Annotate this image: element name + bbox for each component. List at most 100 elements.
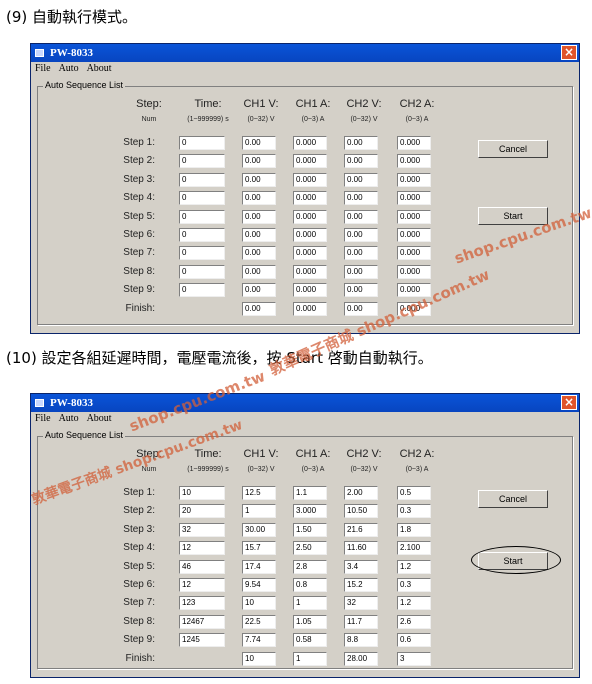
- menu-about[interactable]: About: [87, 63, 112, 74]
- value-field[interactable]: 0: [179, 172, 225, 187]
- value-field[interactable]: 0.000: [397, 191, 431, 206]
- value-field[interactable]: 0.5: [397, 486, 431, 500]
- value-field[interactable]: 0.000: [397, 136, 431, 150]
- cancel-button[interactable]: Cancel: [478, 140, 548, 158]
- value-field[interactable]: 0.00: [344, 264, 378, 279]
- value-field[interactable]: 22.5: [242, 614, 276, 629]
- value-field[interactable]: 10: [242, 651, 276, 666]
- value-field[interactable]: 0.000: [397, 209, 431, 224]
- value-field[interactable]: 1.1: [293, 486, 327, 500]
- value-field[interactable]: 0.000: [293, 209, 327, 224]
- value-field[interactable]: 10: [242, 596, 276, 611]
- value-field[interactable]: 0.8: [293, 578, 327, 592]
- value-field[interactable]: 1: [293, 596, 327, 611]
- value-field[interactable]: 0.00: [344, 228, 378, 242]
- close-button[interactable]: ×: [561, 395, 577, 410]
- value-field[interactable]: 0.00: [242, 209, 276, 224]
- value-field[interactable]: 10: [179, 486, 225, 500]
- value-field[interactable]: 0.00: [242, 136, 276, 150]
- value-field[interactable]: 1.8: [397, 522, 431, 537]
- value-field[interactable]: 1: [242, 504, 276, 519]
- value-field[interactable]: 0.000: [293, 283, 327, 298]
- value-field[interactable]: 9.54: [242, 578, 276, 592]
- value-field[interactable]: 3: [397, 651, 431, 666]
- value-field[interactable]: 15.7: [242, 541, 276, 556]
- value-field[interactable]: 1245: [179, 633, 225, 648]
- value-field[interactable]: 3.4: [344, 559, 378, 574]
- value-field[interactable]: 1.2: [397, 596, 431, 611]
- value-field[interactable]: 0.00: [242, 191, 276, 206]
- value-field[interactable]: 11.60: [344, 541, 378, 556]
- value-field[interactable]: 0: [179, 154, 225, 169]
- menu-auto[interactable]: Auto: [59, 413, 79, 424]
- value-field[interactable]: 0: [179, 228, 225, 242]
- value-field[interactable]: 12: [179, 578, 225, 592]
- value-field[interactable]: 0: [179, 209, 225, 224]
- cancel-button[interactable]: Cancel: [478, 490, 548, 508]
- value-field[interactable]: 0.00: [242, 246, 276, 261]
- value-field[interactable]: 0: [179, 136, 225, 150]
- value-field[interactable]: 12.5: [242, 486, 276, 500]
- value-field[interactable]: 0: [179, 283, 225, 298]
- value-field[interactable]: 2.50: [293, 541, 327, 556]
- value-field[interactable]: 0: [179, 264, 225, 279]
- value-field[interactable]: 17.4: [242, 559, 276, 574]
- value-field[interactable]: 1: [293, 651, 327, 666]
- value-field[interactable]: 15.2: [344, 578, 378, 592]
- value-field[interactable]: 0.000: [293, 301, 327, 316]
- value-field[interactable]: 0.00: [344, 136, 378, 150]
- value-field[interactable]: 2.100: [397, 541, 431, 556]
- value-field[interactable]: 0.00: [344, 246, 378, 261]
- value-field[interactable]: 0.00: [344, 209, 378, 224]
- value-field[interactable]: 1.50: [293, 522, 327, 537]
- value-field[interactable]: 0.00: [242, 301, 276, 316]
- value-field[interactable]: 0.00: [242, 154, 276, 169]
- value-field[interactable]: 2.6: [397, 614, 431, 629]
- menu-file[interactable]: File: [35, 413, 51, 424]
- value-field[interactable]: 0.000: [293, 136, 327, 150]
- value-field[interactable]: 0: [179, 246, 225, 261]
- value-field[interactable]: 30.00: [242, 522, 276, 537]
- value-field[interactable]: 0.3: [397, 504, 431, 519]
- close-button[interactable]: ×: [561, 45, 577, 60]
- value-field[interactable]: 2.8: [293, 559, 327, 574]
- value-field[interactable]: 0.000: [293, 246, 327, 261]
- value-field[interactable]: 0.000: [397, 154, 431, 169]
- value-field[interactable]: 1.2: [397, 559, 431, 574]
- value-field[interactable]: 20: [179, 504, 225, 519]
- value-field[interactable]: 32: [344, 596, 378, 611]
- value-field[interactable]: 46: [179, 559, 225, 574]
- title-bar[interactable]: PW-8033 ×: [31, 44, 579, 62]
- value-field[interactable]: 12467: [179, 614, 225, 629]
- value-field[interactable]: 123: [179, 596, 225, 611]
- value-field[interactable]: 8.8: [344, 633, 378, 648]
- value-field[interactable]: 0.000: [397, 246, 431, 261]
- value-field[interactable]: 0.00: [242, 264, 276, 279]
- value-field[interactable]: 3.000: [293, 504, 327, 519]
- value-field[interactable]: 0.00: [242, 228, 276, 242]
- value-field[interactable]: 0.000: [293, 264, 327, 279]
- value-field[interactable]: 10.50: [344, 504, 378, 519]
- value-field[interactable]: 0.00: [344, 191, 378, 206]
- title-bar[interactable]: PW-8033 ×: [31, 394, 579, 412]
- value-field[interactable]: 0.00: [344, 172, 378, 187]
- value-field[interactable]: 0.000: [293, 228, 327, 242]
- value-field[interactable]: 28.00: [344, 651, 378, 666]
- value-field[interactable]: 21.6: [344, 522, 378, 537]
- value-field[interactable]: 0.000: [397, 228, 431, 242]
- menu-about[interactable]: About: [87, 413, 112, 424]
- value-field[interactable]: 0.00: [242, 172, 276, 187]
- value-field[interactable]: 0.00: [344, 283, 378, 298]
- value-field[interactable]: 0.6: [397, 633, 431, 648]
- value-field[interactable]: 0: [179, 191, 225, 206]
- value-field[interactable]: 0.000: [397, 264, 431, 279]
- value-field[interactable]: 0.000: [293, 154, 327, 169]
- value-field[interactable]: 0.00: [242, 283, 276, 298]
- menu-auto[interactable]: Auto: [59, 63, 79, 74]
- value-field[interactable]: 12: [179, 541, 225, 556]
- value-field[interactable]: 2.00: [344, 486, 378, 500]
- value-field[interactable]: 7.74: [242, 633, 276, 648]
- value-field[interactable]: 11.7: [344, 614, 378, 629]
- value-field[interactable]: 0.000: [397, 172, 431, 187]
- value-field[interactable]: 0.58: [293, 633, 327, 648]
